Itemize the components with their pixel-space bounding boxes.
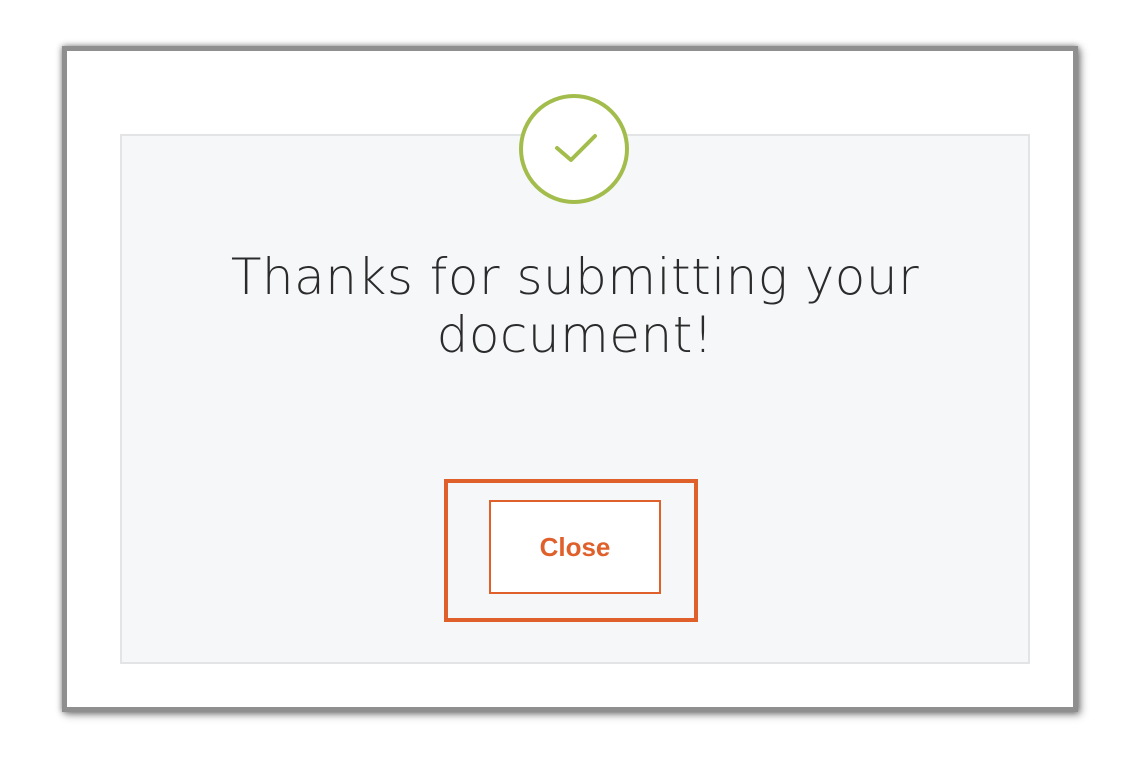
close-button-label: Close bbox=[539, 531, 611, 562]
confirmation-message: Thanks for submitting your document! bbox=[230, 248, 920, 364]
checkmark-icon bbox=[519, 94, 629, 204]
close-button[interactable]: Close bbox=[489, 500, 661, 594]
